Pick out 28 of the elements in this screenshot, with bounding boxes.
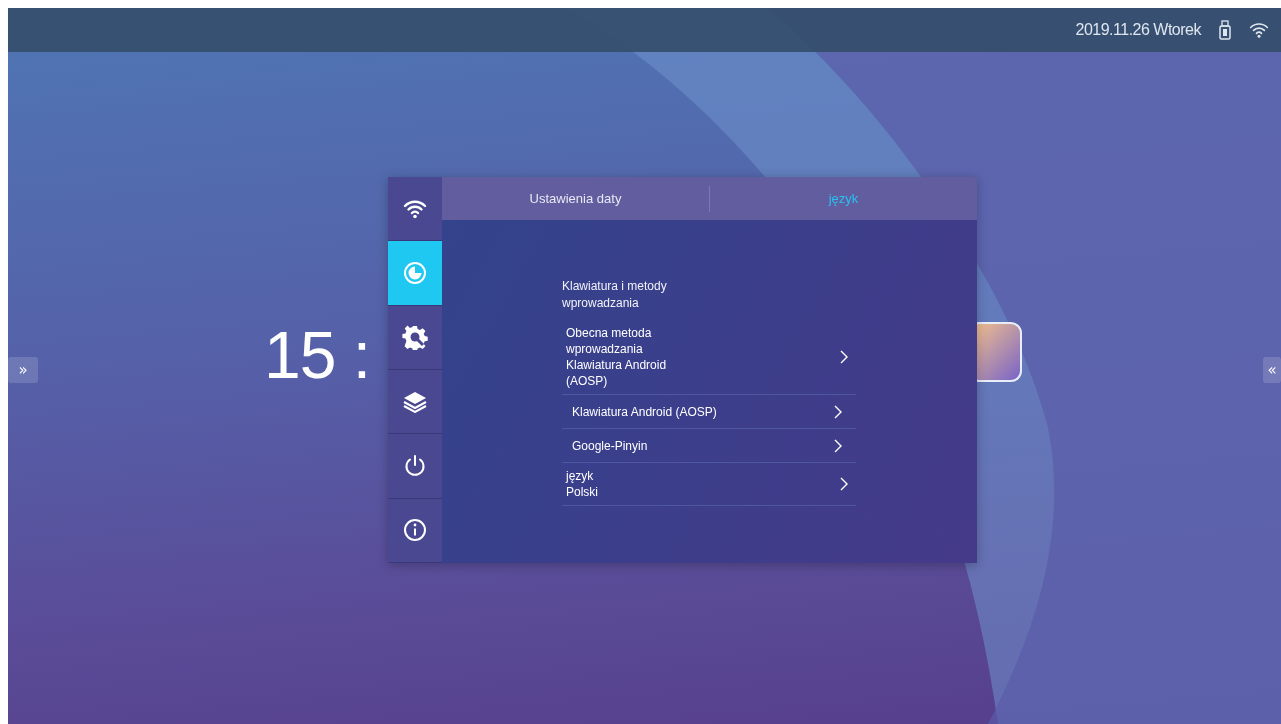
row-title: język — [566, 468, 595, 484]
section-heading: Klawiatura i metody wprowadzania — [562, 278, 668, 312]
settings-row[interactable]: język Polski — [562, 463, 856, 506]
side-handle[interactable]: « — [1263, 357, 1281, 383]
clock-icon — [403, 261, 427, 285]
row-title: Google-Pinyin — [572, 437, 648, 454]
row-title: Klawiatura Android (AOSP) — [572, 403, 717, 420]
row-value: Klawiatura Android (AOSP) — [566, 357, 668, 389]
row-title: Obecna metoda wprowadzania — [566, 325, 653, 357]
tab[interactable]: Ustawienia daty — [442, 185, 709, 212]
usb-drive-icon — [1219, 20, 1231, 40]
chevron-right-icon — [834, 404, 842, 419]
wifi-icon — [403, 198, 427, 219]
wifi-icon — [1249, 21, 1269, 39]
date-text: 2019.11.26 Wtorek — [1075, 21, 1201, 39]
side-handle[interactable]: » — [8, 357, 38, 383]
chevron-right-icon — [840, 477, 848, 491]
settings-row[interactable]: Obecna metoda wprowadzania Klawiatura Android (AOSP) — [562, 320, 856, 395]
settings-row[interactable]: Klawiatura Android (AOSP) — [562, 395, 856, 429]
clock-text: 15 : — [264, 322, 371, 388]
layers-icon — [403, 390, 427, 413]
chevron-right-icon — [834, 438, 842, 453]
row-value: Polski — [566, 484, 599, 500]
gear-icon — [402, 324, 428, 351]
info-icon — [403, 518, 427, 543]
power-icon — [403, 453, 427, 478]
chevron-right-icon — [840, 350, 848, 364]
settings-row[interactable]: Google-Pinyin — [562, 429, 856, 463]
